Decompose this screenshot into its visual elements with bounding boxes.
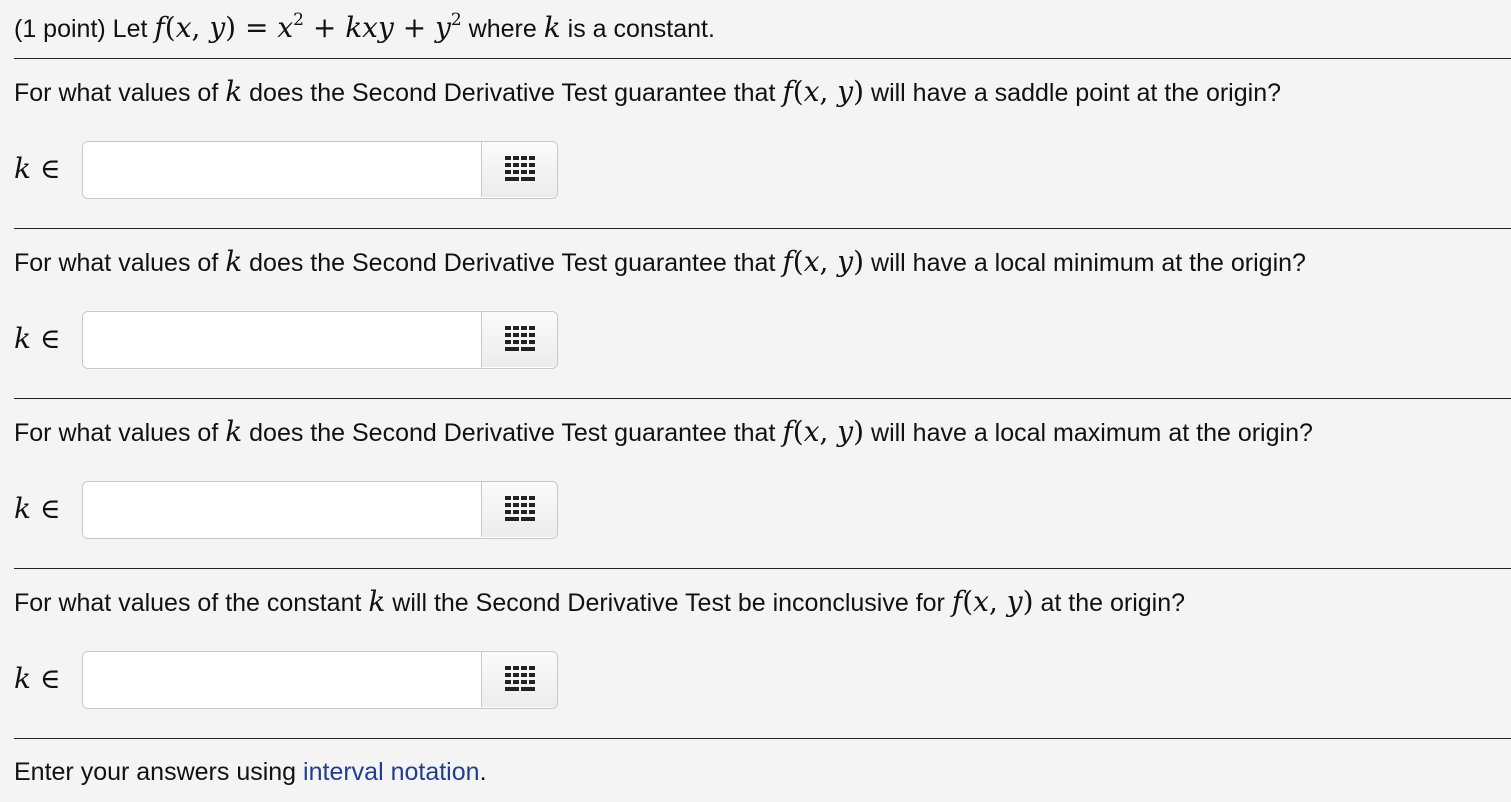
function-symbol: f(x, y) — [782, 245, 865, 278]
problem-statement: (1 point) Let f(x, y) = x2 + kxy + y2 wh… — [14, 10, 715, 48]
local-max-answer-input[interactable] — [83, 482, 481, 537]
question-prefix: For what values of — [14, 249, 219, 277]
keypad-button[interactable] — [481, 312, 557, 367]
answer-row-local-max: k ∈ — [0, 481, 600, 541]
saddle-answer-input[interactable] — [83, 142, 481, 197]
question-prefix: For what values of — [14, 419, 219, 447]
divider — [14, 228, 1511, 229]
question-middle: does the Second Derivative Test guarante… — [249, 79, 776, 107]
function-symbol: f(x, y) — [951, 585, 1034, 618]
question-suffix: will have a local minimum at the origin? — [871, 249, 1306, 277]
answer-row-local-min: k ∈ — [0, 311, 600, 371]
answer-field-wrapper — [82, 651, 558, 709]
instructions-suffix: . — [479, 758, 487, 786]
k-variable: k — [225, 245, 243, 278]
let-word: Let — [112, 15, 148, 43]
instructions: Enter your answers using interval notati… — [14, 756, 487, 788]
divider — [14, 568, 1511, 569]
question-suffix: will have a local maximum at the origin? — [871, 419, 1313, 447]
keypad-button[interactable] — [481, 652, 557, 707]
k-variable: k — [225, 75, 243, 108]
question-local-min: For what values of k does the Second Der… — [14, 246, 1306, 279]
k-element-of-label: k ∈ — [14, 492, 61, 525]
grid-keypad-icon — [505, 156, 535, 181]
function-definition: f(x, y) = x2 + kxy + y2 — [154, 10, 462, 44]
instructions-prefix: Enter your answers using — [14, 758, 297, 786]
question-middle: does the Second Derivative Test guarante… — [249, 419, 776, 447]
grid-keypad-icon — [505, 666, 535, 691]
answer-row-saddle: k ∈ — [0, 141, 600, 201]
divider — [14, 738, 1511, 739]
question-middle: will the Second Derivative Test be incon… — [392, 589, 945, 617]
question-suffix: will have a saddle point at the origin? — [871, 79, 1282, 107]
question-middle: does the Second Derivative Test guarante… — [249, 249, 776, 277]
question-suffix: at the origin? — [1040, 589, 1186, 617]
answer-field-wrapper — [82, 311, 558, 369]
k-element-of-label: k ∈ — [14, 322, 61, 355]
divider — [14, 398, 1511, 399]
where-word: where — [468, 15, 537, 43]
inconclusive-answer-input[interactable] — [83, 652, 481, 707]
function-symbol: f(x, y) — [782, 75, 865, 108]
question-prefix: For what values of — [14, 79, 219, 107]
question-inconclusive: For what values of the constant k will t… — [14, 586, 1185, 619]
keypad-button[interactable] — [481, 482, 557, 537]
k-variable: k — [368, 585, 386, 618]
k-variable: k — [225, 415, 243, 448]
question-local-max: For what values of k does the Second Der… — [14, 416, 1313, 449]
divider — [14, 58, 1511, 59]
question-saddle: For what values of k does the Second Der… — [14, 76, 1281, 109]
k-element-of-label: k ∈ — [14, 152, 61, 185]
local-min-answer-input[interactable] — [83, 312, 481, 367]
keypad-button[interactable] — [481, 142, 557, 197]
k-element-of-label: k ∈ — [14, 662, 61, 695]
question-prefix: For what values of the constant — [14, 589, 362, 617]
function-symbol: f(x, y) — [782, 415, 865, 448]
grid-keypad-icon — [505, 326, 535, 351]
constant-text: is a constant. — [567, 15, 715, 43]
interval-notation-link[interactable]: interval notation — [303, 758, 480, 786]
answer-field-wrapper — [82, 141, 558, 199]
answer-row-inconclusive: k ∈ — [0, 651, 600, 711]
grid-keypad-icon — [505, 496, 535, 521]
k-variable: k — [543, 11, 561, 44]
points-label: (1 point) — [14, 15, 106, 43]
answer-field-wrapper — [82, 481, 558, 539]
